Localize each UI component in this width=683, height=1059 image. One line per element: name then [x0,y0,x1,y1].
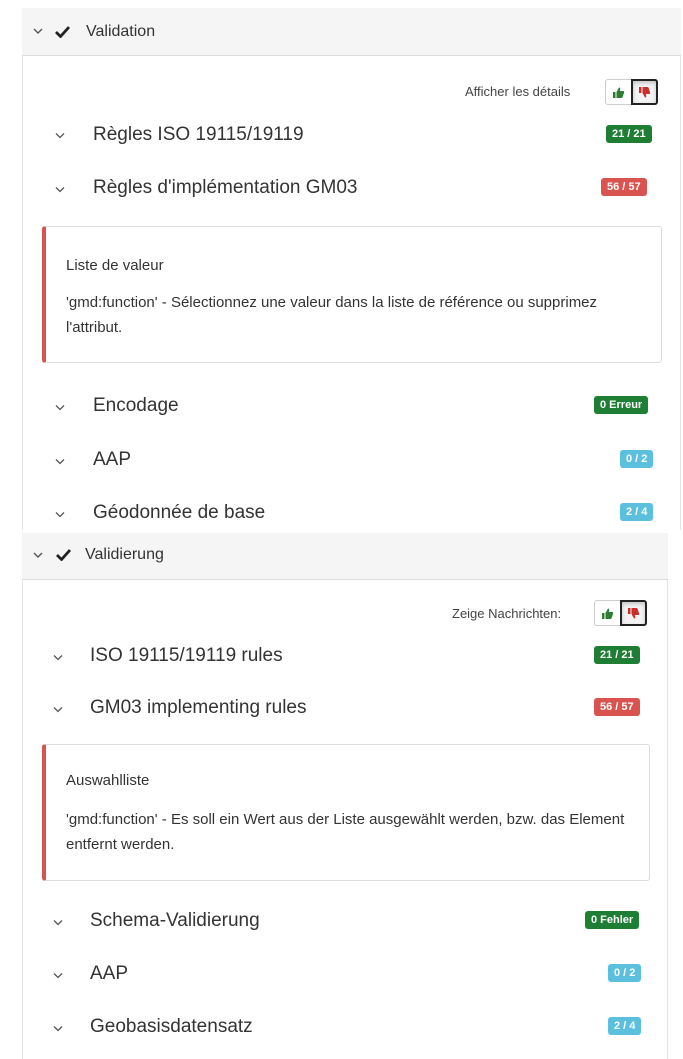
chevron-down-icon[interactable] [55,458,65,466]
chevron-down-icon[interactable] [53,919,63,927]
error-message-box: Auswahlliste 'gmd:function' - Es soll ei… [42,744,650,881]
rule-label: Geobasisdatensatz [90,1016,253,1037]
rule-label: Schema-Validierung [90,910,260,931]
show-success-button[interactable] [594,600,621,626]
rule-badge: 56 / 57 [594,698,640,716]
rule-row-iso[interactable]: Règles ISO 19115/19119 21 / 21 [22,114,681,154]
rule-label: Règles ISO 19115/19119 [93,124,304,145]
thumbs-down-icon [639,86,651,97]
validation-panel-de: Validierung Zeige Nachrichten: ISO 19115… [22,533,668,1059]
rule-row-iso[interactable]: ISO 19115/19119 rules 21 / 21 [22,636,668,676]
rule-badge: 56 / 57 [601,178,647,196]
panel-title: Validierung [85,546,164,563]
thumbs-down-icon [628,607,640,618]
rule-label: AAP [90,963,129,984]
rule-badge: 21 / 21 [594,646,640,664]
chevron-down-icon[interactable] [55,186,65,194]
show-errors-button[interactable] [631,79,658,105]
rule-row-aap[interactable]: AAP 0 / 2 [22,440,681,480]
show-errors-button[interactable] [620,600,647,626]
panel-header[interactable]: Validierung [22,533,668,580]
chevron-down-icon[interactable] [55,404,65,412]
chevron-down-icon[interactable] [32,549,44,561]
chevron-down-icon[interactable] [32,25,44,37]
rule-badge: 21 / 21 [606,125,652,143]
thumbs-up-icon [613,87,625,98]
message-text: 'gmd:function' - Sélectionnez une valeur… [66,294,598,336]
validation-panel-fr: Validation Afficher les détails Règles I… [22,8,681,530]
check-icon [56,549,71,561]
show-details-label: Afficher les détails [465,84,571,99]
rule-row-aap[interactable]: AAP 0 / 2 [22,954,668,994]
chevron-down-icon[interactable] [53,1025,63,1033]
show-success-button[interactable] [605,79,632,105]
rule-label: Règles d'implémentation GM03 [93,177,358,198]
rule-badge: 0 Fehler [585,911,640,929]
chevron-down-icon[interactable] [53,706,63,714]
rule-row-schema[interactable]: Schema-Validierung 0 Fehler [22,901,668,941]
thumbs-up-icon [602,608,614,619]
rule-badge: 0 Erreur [594,396,649,414]
rule-badge: 2 / 4 [608,1017,642,1035]
rule-row-encoding[interactable]: Encodage 0 Erreur [22,386,681,426]
panel-header[interactable]: Validation [22,8,681,56]
error-message-box: Liste de valeur 'gmd:function' - Sélecti… [42,226,662,363]
rule-badge: 0 / 2 [620,450,654,468]
rule-label: Géodonnée de base [93,502,266,523]
show-details-label: Zeige Nachrichten: [452,606,562,621]
details-toggle-group [605,79,658,105]
rule-label: GM03 implementing rules [90,697,307,718]
chevron-down-icon[interactable] [55,132,65,140]
rule-label: AAP [93,449,132,470]
chevron-down-icon[interactable] [55,511,65,519]
rule-row-gm03[interactable]: Règles d'implémentation GM03 56 / 57 [22,168,681,208]
rule-badge: 2 / 4 [620,503,654,521]
check-icon [55,26,70,38]
panel-title: Validation [86,23,156,40]
rule-label: ISO 19115/19119 rules [90,645,283,666]
chevron-down-icon[interactable] [53,654,63,662]
rule-label: Encodage [93,395,179,416]
rule-row-geodata[interactable]: Géodonnée de base 2 / 4 [22,493,681,533]
rule-row-geodata[interactable]: Geobasisdatensatz 2 / 4 [22,1007,668,1047]
message-title: Liste de valeur [66,257,164,274]
message-text: 'gmd:function' - Es soll ein Wert aus de… [66,811,625,853]
rule-row-gm03[interactable]: GM03 implementing rules 56 / 57 [22,688,668,728]
rule-badge: 0 / 2 [608,964,642,982]
details-toggle-group [594,600,647,626]
message-title: Auswahlliste [66,772,150,789]
chevron-down-icon[interactable] [53,972,63,980]
